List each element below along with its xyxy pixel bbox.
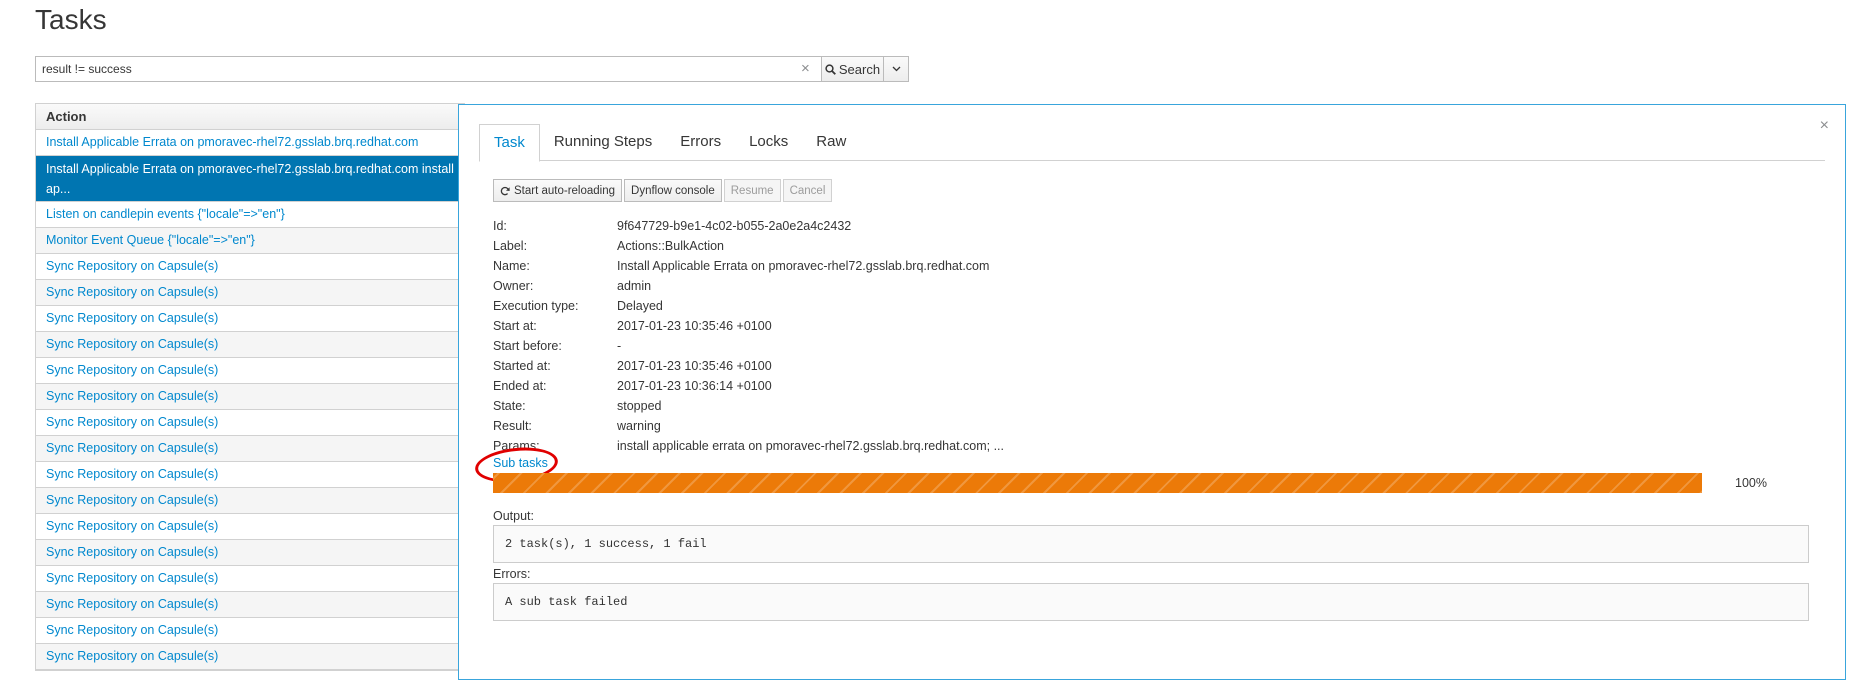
table-row[interactable]: Sync Repository on Capsule(s) — [36, 618, 464, 644]
property-key: Start before: — [493, 339, 562, 353]
table-row[interactable]: Monitor Event Queue {"locale"=>"en"} — [36, 228, 464, 254]
table-row[interactable]: Sync Repository on Capsule(s) — [36, 436, 464, 462]
tab-raw[interactable]: Raw — [802, 124, 860, 161]
table-row[interactable]: Sync Repository on Capsule(s) — [36, 332, 464, 358]
property-value: Delayed — [617, 299, 663, 313]
search-bar: × Search — [35, 56, 915, 82]
task-detail-panel: × Task Running Steps Errors Locks Raw St… — [458, 104, 1846, 680]
table-row[interactable]: Listen on candlepin events {"locale"=>"e… — [36, 202, 464, 228]
property-row: Start before: - — [493, 336, 1004, 356]
table-row[interactable]: Sync Repository on Capsule(s) — [36, 592, 464, 618]
property-key: Started at: — [493, 359, 551, 373]
output-value: 2 task(s), 1 success, 1 fail — [493, 525, 1809, 563]
property-row: Execution type: Delayed — [493, 296, 1004, 316]
property-row: Result: warning — [493, 416, 1004, 436]
table-row[interactable]: Install Applicable Errata on pmoravec-rh… — [36, 130, 464, 156]
refresh-icon — [500, 186, 510, 195]
dynflow-console-button[interactable]: Dynflow console — [624, 179, 722, 202]
table-row[interactable]: Sync Repository on Capsule(s) — [36, 384, 464, 410]
property-row: Params: install applicable errata on pmor… — [493, 436, 1004, 456]
property-row: Label: Actions::BulkAction — [493, 236, 1004, 256]
property-row: State: stopped — [493, 396, 1004, 416]
progress-bar — [493, 473, 1702, 493]
detail-tabs: Task Running Steps Errors Locks Raw — [479, 124, 1825, 162]
property-key: Result: — [493, 419, 532, 433]
start-auto-reloading-label: Start auto-reloading — [514, 184, 616, 197]
progress-percent: 100% — [1735, 476, 1767, 490]
start-auto-reloading-button[interactable]: Start auto-reloading — [493, 179, 623, 202]
errors-value: A sub task failed — [493, 583, 1809, 621]
property-value: 2017-01-23 10:35:46 +0100 — [617, 319, 772, 333]
sub-tasks-link[interactable]: Sub tasks — [493, 456, 548, 470]
property-value: install applicable errata on pmoravec-rh… — [617, 439, 1005, 453]
property-value: 9f647729-b9e1-4c02-b055-2a0e2a4c2432 — [617, 219, 852, 233]
task-actions: Start auto-reloading Dynflow console Res… — [493, 179, 833, 202]
property-value: stopped — [617, 399, 662, 413]
search-button[interactable]: Search — [821, 56, 884, 82]
property-value: warning — [617, 419, 661, 433]
tab-locks[interactable]: Locks — [735, 124, 802, 161]
table-row[interactable]: Sync Repository on Capsule(s) — [36, 488, 464, 514]
search-input[interactable] — [35, 56, 822, 82]
caret-down-icon — [892, 66, 900, 72]
table-row[interactable]: Sync Repository on Capsule(s) — [36, 540, 464, 566]
table-row[interactable]: Sync Repository on Capsule(s) — [36, 358, 464, 384]
property-row: Start at: 2017-01-23 10:35:46 +0100 — [493, 316, 1004, 336]
property-row: Ended at: 2017-01-23 10:36:14 +0100 — [493, 376, 1004, 396]
page-title: Tasks — [35, 4, 107, 35]
property-value: Install Applicable Errata on pmoravec-rh… — [617, 259, 990, 273]
search-button-label: Search — [838, 61, 881, 77]
resume-button[interactable]: Resume — [723, 179, 781, 202]
search-options-button[interactable] — [883, 56, 909, 82]
property-row: Started at: 2017-01-23 10:35:46 +0100 — [493, 356, 1004, 376]
property-row: Name: Install Applicable Errata on pmorav… — [493, 256, 1004, 276]
table-row[interactable]: Sync Repository on Capsule(s) — [36, 462, 464, 488]
table-row[interactable]: Sync Repository on Capsule(s) — [36, 514, 464, 540]
property-row: Owner: admin — [493, 276, 1004, 296]
table-row[interactable]: Sync Repository on Capsule(s) — [36, 280, 464, 306]
table-row[interactable]: Install Applicable Errata on pmoravec-rh… — [36, 156, 464, 202]
property-value: - — [617, 339, 622, 353]
column-header-action: Action — [36, 104, 464, 130]
property-key: Name: — [493, 259, 530, 273]
property-value: admin — [617, 279, 652, 293]
cancel-button[interactable]: Cancel — [782, 179, 833, 202]
table-row[interactable]: Sync Repository on Capsule(s) — [36, 254, 464, 280]
table-row[interactable]: Sync Repository on Capsule(s) — [36, 410, 464, 436]
search-icon — [825, 63, 836, 75]
property-key: Execution type: — [493, 299, 579, 313]
property-key: Params: — [493, 439, 540, 453]
tab-running-steps[interactable]: Running Steps — [540, 124, 666, 161]
property-value: 2017-01-23 10:35:46 +0100 — [617, 359, 772, 373]
property-key: Label: — [493, 239, 528, 253]
property-value: 2017-01-23 10:36:14 +0100 — [617, 379, 772, 393]
task-properties: Id: 9f647729-b9e1-4c02-b055-2a0e2a4c2432 L… — [493, 216, 1004, 456]
table-row[interactable]: Sync Repository on Capsule(s) — [36, 306, 464, 332]
output-label: Output: — [493, 509, 534, 523]
clear-icon[interactable]: × — [801, 60, 810, 77]
property-key: Start at: — [493, 319, 537, 333]
table-row[interactable]: Sync Repository on Capsule(s) — [36, 566, 464, 592]
errors-label: Errors: — [493, 567, 531, 581]
property-value: Actions::BulkAction — [617, 239, 724, 253]
tab-task[interactable]: Task — [479, 124, 540, 162]
property-key: Ended at: — [493, 379, 547, 393]
table-row[interactable]: Sync Repository on Capsule(s) — [36, 644, 464, 670]
tab-errors[interactable]: Errors — [666, 124, 735, 161]
property-key: Owner: — [493, 279, 534, 293]
property-row: Id: 9f647729-b9e1-4c02-b055-2a0e2a4c2432 — [493, 216, 1004, 236]
property-key: Id: — [493, 219, 507, 233]
progress-bar-fill — [493, 473, 1702, 493]
property-key: State: — [493, 399, 526, 413]
tasks-table: Action Install Applicable Errata on pmor… — [35, 103, 465, 671]
